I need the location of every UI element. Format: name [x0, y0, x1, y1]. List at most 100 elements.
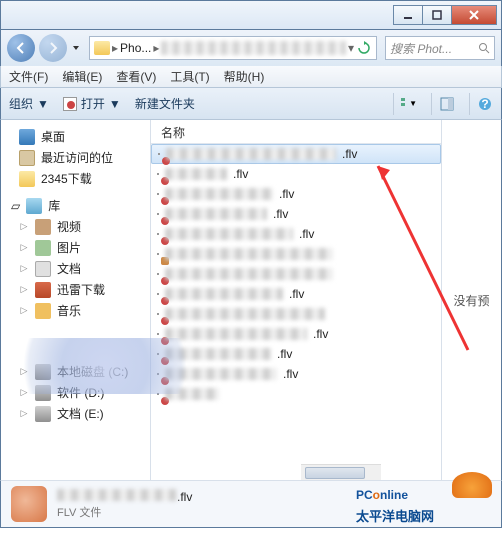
horizontal-scrollbar[interactable]	[301, 464, 381, 480]
tree-music[interactable]: ▷音乐	[1, 300, 150, 321]
flv-icon	[157, 333, 159, 335]
preview-pane-button[interactable]	[431, 93, 455, 115]
tree-label: 视频	[57, 218, 81, 235]
preview-pane: 没有预	[441, 120, 501, 480]
view-mode-button[interactable]: ▼	[393, 93, 417, 115]
flv-icon	[157, 213, 159, 215]
tree-label: 文档 (E:)	[57, 405, 104, 422]
open-button[interactable]: 打开 ▼	[63, 95, 121, 112]
tree-2345[interactable]: 2345下载	[1, 168, 150, 189]
expand-icon[interactable]: ▷	[19, 306, 29, 316]
file-row[interactable]: .flv	[151, 204, 441, 224]
tree-label: 本地磁盘 (C:)	[57, 363, 128, 380]
file-row[interactable]: .flv	[151, 364, 441, 384]
file-row[interactable]	[151, 304, 441, 324]
file-row[interactable]: .flv	[151, 284, 441, 304]
tree-desktop[interactable]: 桌面	[1, 126, 150, 147]
tree-label: 图片	[57, 239, 81, 256]
new-folder-button[interactable]: 新建文件夹	[135, 95, 195, 112]
chevron-down-icon: ▼	[409, 99, 417, 108]
filename-blurred	[165, 388, 219, 400]
file-row[interactable]	[151, 244, 441, 264]
preview-pane-icon	[440, 97, 454, 111]
file-row[interactable]	[151, 264, 441, 284]
filename-blurred	[165, 208, 267, 220]
expand-icon[interactable]: ▷	[19, 367, 29, 377]
file-ext: .flv	[283, 367, 298, 381]
close-button[interactable]	[451, 5, 497, 25]
filename-blurred	[165, 308, 325, 320]
history-dropdown[interactable]	[71, 38, 81, 58]
menu-file[interactable]: 文件(F)	[9, 68, 48, 85]
tree-disk-c[interactable]: ▷ 本地磁盘 (C:)	[1, 361, 150, 382]
filename-blurred	[165, 328, 307, 340]
breadcrumb[interactable]: ▸ Pho... ▸ ▾	[89, 36, 377, 60]
tree-label: 软件 (D:)	[57, 384, 104, 401]
menubar: 文件(F) 编辑(E) 查看(V) 工具(T) 帮助(H)	[0, 66, 502, 88]
flv-icon	[157, 173, 159, 175]
expand-icon[interactable]: ▷	[19, 285, 29, 295]
organize-button[interactable]: 组织 ▼	[9, 95, 49, 112]
menu-edit[interactable]: 编辑(E)	[62, 68, 102, 85]
menu-help[interactable]: 帮助(H)	[224, 68, 265, 85]
file-ext: .flv	[273, 207, 288, 221]
help-button[interactable]: ?	[469, 93, 493, 115]
breadcrumb-folder[interactable]: Pho...	[120, 41, 151, 55]
tree-disk-e[interactable]: ▷ 文档 (E:)	[1, 403, 150, 424]
tree-image[interactable]: ▷ 图片	[1, 237, 150, 258]
tree-lib-header[interactable]: ▱库	[1, 189, 150, 216]
arrow-left-icon	[14, 41, 28, 55]
flv-icon	[157, 193, 159, 195]
tree-xunlei[interactable]: ▷ 迅雷下载	[1, 279, 150, 300]
music-icon	[35, 303, 51, 319]
forward-button[interactable]	[39, 34, 67, 62]
file-row[interactable]: .flv	[151, 344, 441, 364]
collapse-icon[interactable]: ▱	[11, 199, 20, 213]
tree-video[interactable]: ▷ 视频	[1, 216, 150, 237]
file-row[interactable]: .flv	[151, 144, 441, 164]
navigation-bar: ▸ Pho... ▸ ▾ 搜索 Phot...	[0, 30, 502, 66]
no-preview-text: 没有预	[453, 292, 489, 309]
file-ext: .flv	[299, 227, 314, 241]
doc-icon	[35, 261, 51, 277]
file-row[interactable]	[151, 384, 441, 404]
minimize-icon	[402, 9, 414, 21]
video-icon	[35, 219, 51, 235]
desktop-icon	[19, 129, 35, 145]
selected-file-type: FLV 文件	[57, 504, 192, 520]
tree-doc[interactable]: ▷文档	[1, 258, 150, 279]
file-row[interactable]: .flv	[151, 184, 441, 204]
expand-icon[interactable]: ▷	[19, 409, 29, 419]
file-row[interactable]: .flv	[151, 224, 441, 244]
refresh-icon[interactable]	[356, 40, 372, 56]
column-header-name[interactable]: 名称	[151, 120, 441, 144]
scrollbar-thumb[interactable]	[305, 467, 365, 479]
file-row[interactable]: .flv	[151, 164, 441, 184]
tree-recent[interactable]: 最近访问的位	[1, 147, 150, 168]
menu-view[interactable]: 查看(V)	[116, 68, 156, 85]
flv-icon	[157, 233, 159, 235]
flv-icon	[158, 153, 160, 155]
breadcrumb-dropdown[interactable]: ▾	[348, 41, 354, 55]
folder-icon	[19, 171, 35, 187]
tree-disk-d[interactable]: ▷ 软件 (D:)	[1, 382, 150, 403]
expand-icon[interactable]: ▷	[19, 243, 29, 253]
tree-label: 最近访问的位	[41, 149, 113, 166]
expand-icon[interactable]: ▷	[19, 222, 29, 232]
maximize-button[interactable]	[422, 5, 452, 25]
menu-tools[interactable]: 工具(T)	[170, 68, 209, 85]
filename-blurred	[165, 228, 293, 240]
minimize-button[interactable]	[393, 5, 423, 25]
expand-icon[interactable]: ▷	[19, 264, 29, 274]
filename-blurred	[165, 168, 227, 180]
tree-label: 迅雷下载	[57, 281, 105, 298]
ra-icon	[157, 253, 159, 255]
expand-icon[interactable]: ▷	[19, 388, 29, 398]
disk-icon	[35, 364, 51, 380]
back-button[interactable]	[7, 34, 35, 62]
filename-blurred	[165, 268, 333, 280]
search-input[interactable]: 搜索 Phot...	[385, 36, 495, 60]
file-row[interactable]: .flv	[151, 324, 441, 344]
filename-blurred	[165, 248, 333, 260]
selected-file-name: .flv	[57, 489, 192, 504]
